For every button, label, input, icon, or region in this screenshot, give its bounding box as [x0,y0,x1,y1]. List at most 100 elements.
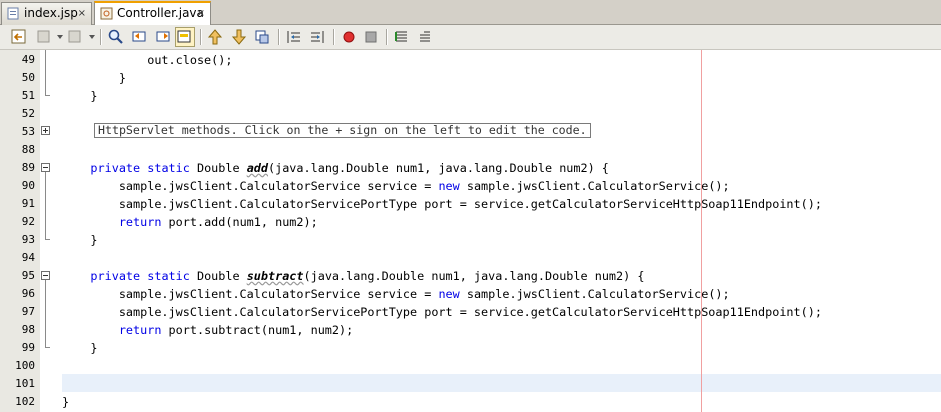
start-macro-recording-icon[interactable] [340,28,358,46]
line-number: 101 [15,377,35,390]
uncomment-icon[interactable] [415,28,433,46]
java-file-icon [100,7,113,20]
tab-label: index.jsp [24,6,78,20]
keyword: private static [90,161,190,175]
code-line[interactable]: sample.jwsClient.CalculatorService servi… [62,177,730,195]
code-line[interactable]: } [62,339,97,357]
code-text: sample.jwsClient.CalculatorService servi… [62,179,439,193]
previous-icon[interactable] [35,28,53,46]
keyword: private static [90,269,190,283]
toolbar-separator [200,29,202,45]
code-text: sample.jwsClient.CalculatorService(); [459,179,730,193]
code-text: port.add(num1, num2); [161,215,318,229]
find-next-icon[interactable] [154,28,172,46]
fold-end-marker [45,239,50,240]
toolbar-separator [100,29,102,45]
code-line[interactable]: private static Double subtract(java.lang… [62,267,644,285]
code-text: (java.lang.Double num1, java.lang.Double… [303,269,645,283]
keyword: return [118,323,162,337]
previous-bookmark-icon[interactable] [206,28,224,46]
expand-fold-icon[interactable] [41,126,50,135]
line-number: 89 [21,161,35,174]
chevron-down-icon[interactable] [89,35,95,39]
line-number: 53 [21,125,35,138]
comment-icon[interactable] [393,28,411,46]
close-tab-icon[interactable]: × [197,3,205,24]
shift-line-left-icon[interactable] [285,28,303,46]
code-text: Double [189,161,247,175]
close-tab-icon[interactable]: × [78,3,86,24]
right-margin-guide [701,50,702,412]
code-line[interactable]: private static Double add(java.lang.Doub… [62,159,609,177]
back-to-last-edit-icon[interactable] [10,28,28,46]
line-number: 49 [21,53,35,66]
line-number: 90 [21,179,35,192]
line-number: 94 [21,251,35,264]
code-text: port.subtract(num1, num2); [161,323,354,337]
find-selection-icon[interactable] [107,28,125,46]
code-line[interactable]: sample.jwsClient.CalculatorService servi… [62,285,730,303]
editor-toolbar [0,25,941,50]
collapse-fold-icon[interactable] [41,271,50,280]
code-line[interactable]: return port.add(num1, num2); [62,213,318,231]
line-number: 97 [21,305,35,318]
collapse-fold-icon[interactable] [41,163,50,172]
line-number: 91 [21,197,35,210]
method-name: add [246,161,268,175]
code-text: sample.jwsClient.CalculatorService servi… [62,287,439,301]
tab-controller-java[interactable]: Controller.java × [94,1,211,26]
line-number: 50 [21,71,35,84]
code-line[interactable]: } [62,393,69,411]
toggle-highlight-search-button[interactable] [175,27,195,47]
collapsed-code-fold[interactable]: HttpServlet methods. Click on the + sign… [94,123,591,138]
line-number: 96 [21,287,35,300]
method-name: subtract [246,269,304,283]
code-line[interactable]: out.close(); [62,51,232,69]
chevron-down-icon[interactable] [57,35,63,39]
line-number: 99 [21,341,35,354]
jsp-file-icon [7,7,19,20]
code-line[interactable]: } [62,87,97,105]
code-text: Double [189,269,247,283]
line-number: 88 [21,143,35,156]
stop-macro-recording-icon[interactable] [362,28,380,46]
toolbar-separator [278,29,280,45]
shift-line-right-icon[interactable] [308,28,326,46]
fold-column [40,50,54,412]
line-number: 98 [21,323,35,336]
code-line[interactable]: } [62,231,97,249]
line-number: 102 [15,395,35,408]
code-editor[interactable]: HttpServlet methods. Click on the + sign… [0,50,941,412]
keyword: return [118,215,162,229]
fold-end-marker [45,95,50,96]
find-previous-icon[interactable] [131,28,149,46]
code-line[interactable]: sample.jwsClient.CalculatorServicePortTy… [62,303,822,321]
code-line[interactable]: return port.subtract(num1, num2); [62,321,353,339]
keyword: new [438,287,460,301]
line-number: 95 [21,269,35,282]
current-line-highlight [62,374,941,392]
line-number: 93 [21,233,35,246]
line-number: 92 [21,215,35,228]
editor-tab-bar: index.jsp × Controller.java × [0,0,941,26]
code-line[interactable]: } [62,69,126,87]
toggle-bookmark-icon[interactable] [253,28,271,46]
next-icon[interactable] [66,28,84,46]
tab-index-jsp[interactable]: index.jsp × [1,2,92,25]
tab-label: Controller.java [117,6,204,20]
keyword: new [438,179,460,193]
next-bookmark-icon[interactable] [230,28,248,46]
fold-guide-line [45,280,46,347]
line-number: 100 [15,359,35,372]
line-number: 52 [21,107,35,120]
code-line[interactable]: sample.jwsClient.CalculatorServicePortTy… [62,195,822,213]
fold-guide-line [45,50,46,95]
fold-end-marker [45,347,50,348]
toolbar-separator [333,29,335,45]
toolbar-separator [386,29,388,45]
code-text: sample.jwsClient.CalculatorService(); [459,287,730,301]
